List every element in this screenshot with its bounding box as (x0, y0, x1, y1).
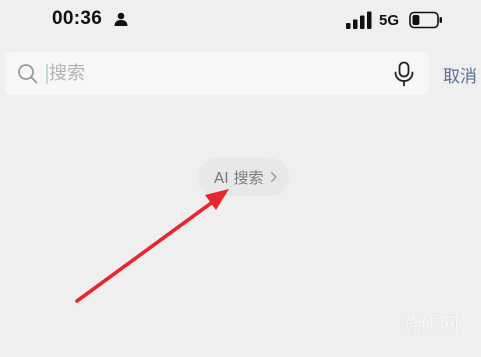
network-type: 5G (379, 12, 400, 29)
text-cursor (46, 64, 48, 84)
search-box[interactable] (5, 52, 429, 95)
chevron-right-icon (270, 171, 277, 183)
search-icon (18, 64, 38, 84)
battery-icon (409, 11, 442, 29)
ai-search-label: AI 搜索 (214, 169, 264, 187)
person-icon (114, 12, 128, 26)
status-time: 00:36 (52, 8, 103, 29)
ai-search-button[interactable]: AI 搜索 (198, 158, 289, 196)
cancel-button[interactable]: 取消 (443, 62, 477, 87)
search-bar-row: 取消 (5, 52, 481, 95)
watermark-logo: 游侠网 (400, 314, 461, 336)
microphone-icon[interactable] (392, 61, 416, 87)
status-bar: 00:36 5G (0, 0, 481, 40)
search-input[interactable] (49, 60, 379, 87)
signal-icon (346, 11, 372, 29)
